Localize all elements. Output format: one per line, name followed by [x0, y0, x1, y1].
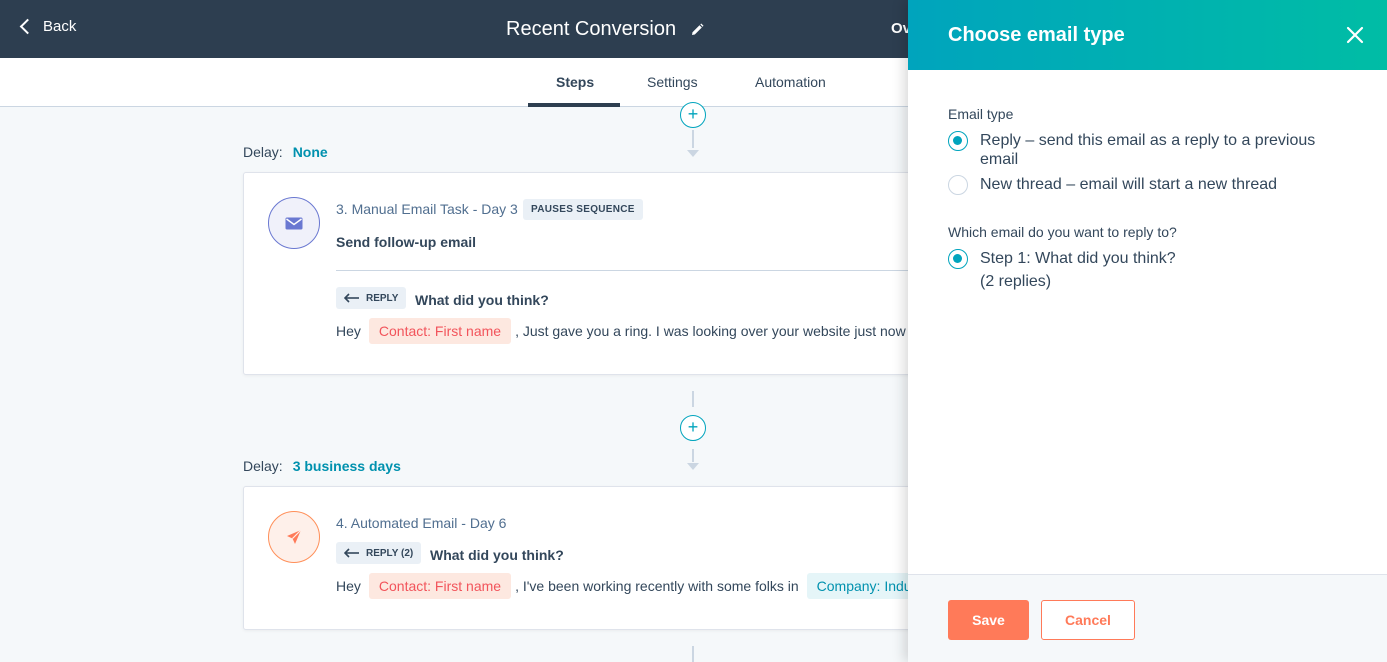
pauses-sequence-badge: PAUSES SEQUENCE — [523, 199, 643, 220]
step-subtitle: Send follow-up email — [336, 234, 477, 250]
title-wrap: Recent Conversion — [506, 18, 704, 41]
radio-label: New thread – email will start a new thre… — [980, 176, 1278, 193]
radio-option-reply[interactable]: Reply – send this email as a reply to a … — [948, 131, 1340, 169]
body-suffix: , Just gave you a ring. I was looking ov… — [515, 323, 918, 339]
reply-tag: REPLY — [336, 287, 407, 309]
step-title: 4. Automated Email - Day 6 — [336, 515, 507, 531]
chevron-left-icon — [19, 18, 36, 35]
tab-settings[interactable]: Settings — [647, 74, 698, 90]
add-step-button[interactable]: + — [680, 415, 706, 441]
contact-token: Contact: First name — [368, 573, 512, 599]
envelope-icon — [268, 197, 320, 249]
body-prefix: Hey — [336, 578, 361, 594]
pencil-icon[interactable] — [690, 23, 704, 37]
page-title: Recent Conversion — [506, 18, 677, 40]
cancel-button[interactable]: Cancel — [1041, 600, 1135, 640]
tab-automation[interactable]: Automation — [755, 74, 826, 90]
delay-row: Delay: 3 business days — [243, 458, 401, 474]
choose-email-type-panel: Choose email type Email type Reply – sen… — [908, 0, 1387, 662]
connector-line — [692, 391, 694, 407]
reply-to-label: Which email do you want to reply to? — [948, 224, 1177, 240]
tab-steps[interactable]: Steps — [556, 74, 594, 90]
radio-label: Reply – send this email as a reply to a … — [980, 132, 1316, 168]
radio-button[interactable] — [948, 175, 968, 195]
email-type-label: Email type — [948, 106, 1014, 122]
save-button[interactable]: Save — [948, 600, 1029, 640]
connector-line — [692, 449, 694, 462]
body-prefix: Hey — [336, 323, 361, 339]
radio-option-step-1[interactable]: Step 1: What did you think? (2 replies) — [948, 249, 1340, 291]
delay-value[interactable]: None — [293, 144, 328, 160]
connector-arrow — [687, 150, 699, 157]
add-step-button[interactable]: + — [680, 102, 706, 128]
step-card-automated-email[interactable]: 4. Automated Email - Day 6 REPLY (2) Wha… — [243, 486, 943, 630]
email-preview: Hey Contact: First name , I've been work… — [336, 573, 936, 599]
paper-plane-icon — [268, 511, 320, 563]
reply-subject: What did you think? — [430, 547, 564, 563]
reply-count: (2 replies) — [980, 273, 1052, 290]
connector-line — [692, 130, 694, 148]
panel-title: Choose email type — [948, 24, 1125, 46]
radio-option-new-thread[interactable]: New thread – email will start a new thre… — [948, 175, 1340, 195]
step-card-manual-email[interactable]: 3. Manual Email Task - Day 3 PAUSES SEQU… — [243, 172, 943, 375]
connector-arrow — [687, 463, 699, 470]
back-label: Back — [43, 18, 77, 35]
radio-button[interactable] — [948, 249, 968, 269]
reply-arrow-icon — [344, 292, 359, 303]
close-icon[interactable] — [1345, 25, 1365, 45]
panel-header: Choose email type — [908, 0, 1387, 70]
delay-value[interactable]: 3 business days — [293, 458, 401, 474]
connector-line — [692, 646, 694, 662]
panel-footer: Save Cancel — [908, 574, 1387, 662]
delay-row: Delay: None — [243, 144, 328, 160]
card-divider — [336, 270, 942, 271]
radio-button[interactable] — [948, 131, 968, 151]
reply-arrow-icon — [344, 547, 359, 558]
reply-tag: REPLY (2) — [336, 542, 422, 564]
reply-tag-label: REPLY (2) — [366, 547, 414, 559]
radio-label: Step 1: What did you think? (2 replies) — [980, 249, 1340, 291]
body-middle: , I've been working recently with some f… — [515, 578, 799, 594]
reply-option-label: Step 1: What did you think? — [980, 250, 1176, 267]
active-tab-indicator — [528, 103, 620, 107]
back-button[interactable]: Back — [19, 18, 77, 35]
delay-label: Delay: — [243, 458, 283, 474]
reply-subject: What did you think? — [415, 292, 549, 308]
contact-token: Contact: First name — [368, 318, 512, 344]
email-preview: Hey Contact: First name , Just gave you … — [336, 318, 917, 344]
delay-label: Delay: — [243, 144, 283, 160]
step-title: 3. Manual Email Task - Day 3 — [336, 201, 518, 217]
reply-tag-label: REPLY — [366, 292, 399, 304]
